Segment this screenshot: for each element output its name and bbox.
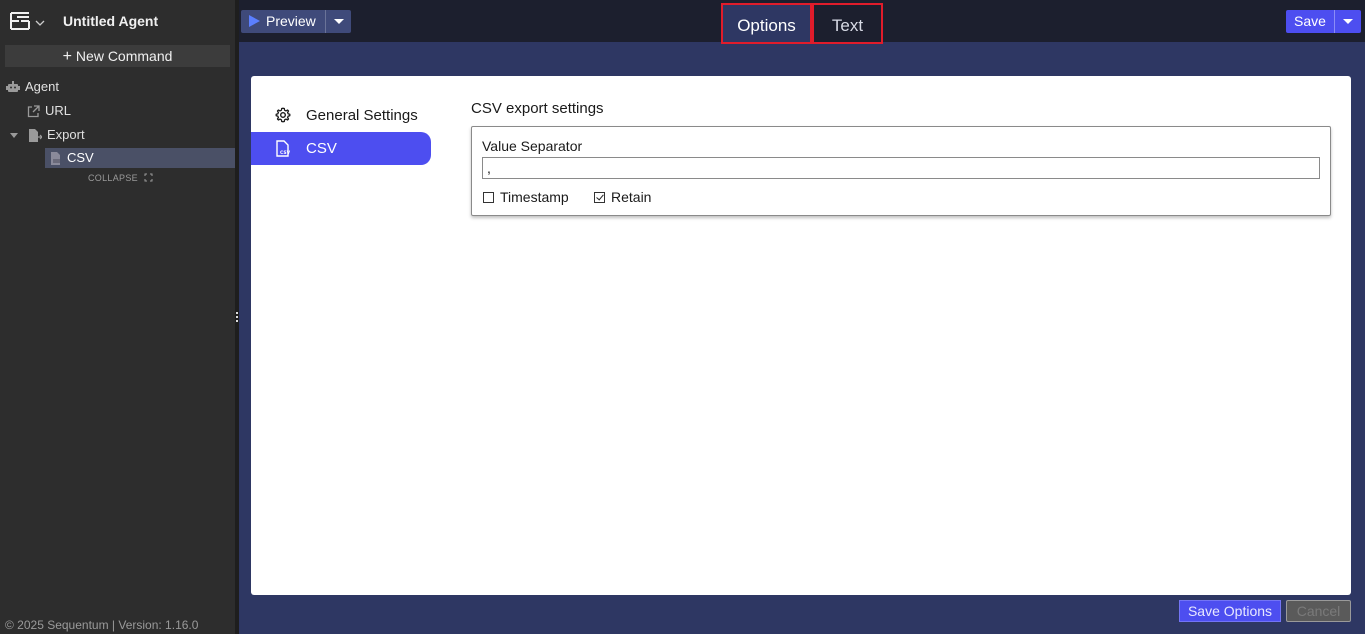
nav-csv[interactable]: CSV CSV xyxy=(251,132,431,165)
main-area: Preview Options Text Save General Settin… xyxy=(239,0,1365,634)
save-button[interactable]: Save xyxy=(1286,10,1334,33)
gear-icon xyxy=(275,107,291,123)
tree-item-label: URL xyxy=(45,103,72,118)
new-command-button[interactable]: + New Command xyxy=(5,45,230,67)
value-separator-input[interactable] xyxy=(482,157,1320,179)
external-link-icon xyxy=(27,105,40,118)
timestamp-checkbox[interactable] xyxy=(483,192,494,203)
section-title: CSV export settings xyxy=(471,100,604,117)
timestamp-label: Timestamp xyxy=(500,189,569,205)
sequentum-logo-icon[interactable] xyxy=(9,11,31,31)
top-toolbar: Preview Options Text Save xyxy=(239,0,1365,44)
footer-version: © 2025 Sequentum | Version: 1.16.0 xyxy=(5,618,199,632)
nav-general-settings[interactable]: General Settings xyxy=(251,99,431,132)
tab-text[interactable]: Text xyxy=(812,3,883,44)
csv-file-icon: CSV xyxy=(276,140,291,157)
caret-down-icon xyxy=(1343,19,1353,24)
save-options-button[interactable]: Save Options xyxy=(1179,600,1281,622)
retain-checkbox[interactable] xyxy=(594,192,605,203)
svg-text:CSV: CSV xyxy=(280,150,291,156)
save-dropdown-button[interactable] xyxy=(1334,10,1361,33)
play-icon xyxy=(249,15,260,27)
retain-label: Retain xyxy=(611,189,652,205)
sidebar-header: Untitled Agent xyxy=(0,0,235,42)
sidebar: Untitled Agent + New Command Agent URL Ex… xyxy=(0,0,235,634)
options-panel: General Settings CSV CSV CSV export sett… xyxy=(251,76,1351,595)
preview-label: Preview xyxy=(266,13,316,29)
robot-icon xyxy=(6,81,20,92)
cancel-button[interactable]: Cancel xyxy=(1286,600,1351,622)
tree-item-label: Agent xyxy=(25,79,59,94)
value-separator-label: Value Separator xyxy=(482,138,583,154)
collapse-icon xyxy=(144,173,153,182)
preview-button[interactable]: Preview xyxy=(241,10,325,33)
csv-settings-box: Value Separator Timestamp Retain xyxy=(471,126,1331,216)
agent-title: Untitled Agent xyxy=(63,13,159,29)
tree-item-label: Export xyxy=(47,127,85,142)
tab-options[interactable]: Options xyxy=(721,3,812,44)
chevron-down-icon[interactable] xyxy=(35,15,45,26)
preview-dropdown-button[interactable] xyxy=(325,10,351,33)
nav-label: General Settings xyxy=(306,107,418,124)
tree-item-csv[interactable]: CSV xyxy=(45,148,235,168)
tree-item-label: CSV xyxy=(67,150,94,165)
caret-down-icon xyxy=(334,19,344,24)
csv-file-icon xyxy=(51,152,60,165)
caret-down-icon[interactable] xyxy=(9,131,19,141)
collapse-button[interactable]: COLLAPSE xyxy=(88,173,153,183)
new-command-label: New Command xyxy=(75,48,173,64)
export-file-icon xyxy=(29,129,42,142)
plus-icon: + xyxy=(62,48,72,65)
nav-label: CSV xyxy=(306,140,337,157)
collapse-label: COLLAPSE xyxy=(88,173,138,183)
